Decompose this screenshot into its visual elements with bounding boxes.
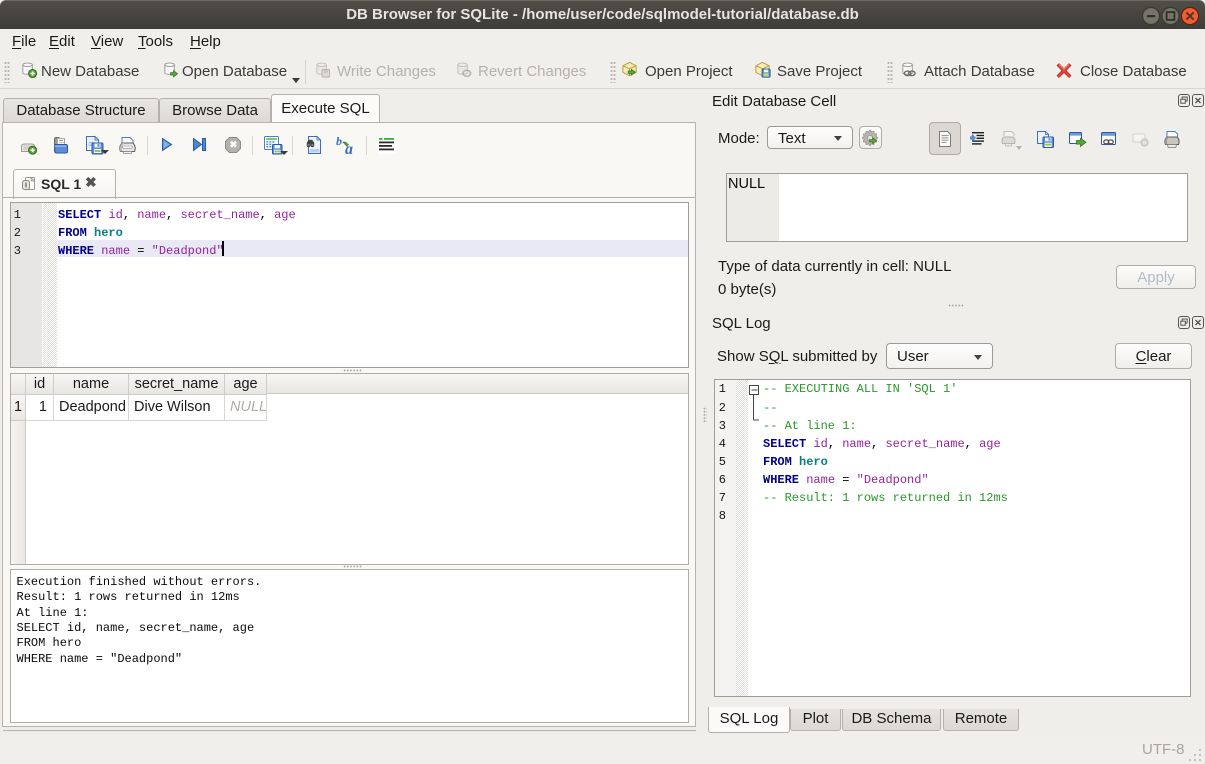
svg-text:b: b xyxy=(336,135,342,148)
